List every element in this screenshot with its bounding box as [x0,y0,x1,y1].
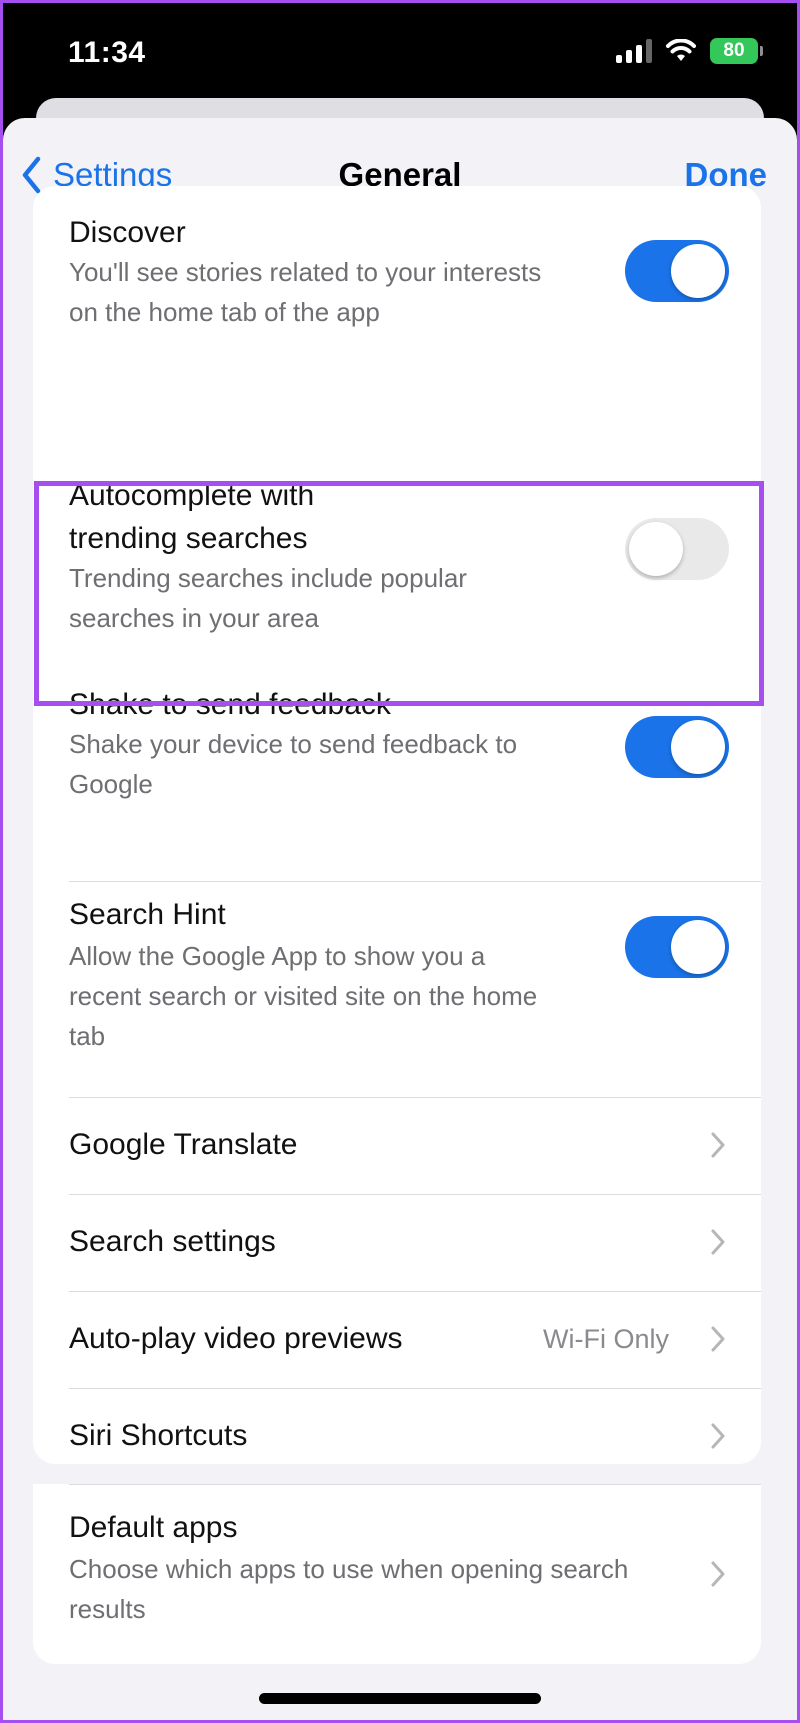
siri-shortcuts-title: Siri Shortcuts [69,1419,248,1452]
chevron-right-icon [711,1561,725,1587]
setting-row-search-hint: Search Hint Allow the Google App to show… [33,882,761,1097]
autocomplete-subtitle: Trending searches include popular search… [69,563,467,633]
discover-title: Discover [69,216,186,249]
toggle-knob [671,244,725,298]
search-hint-toggle[interactable] [625,916,729,978]
setting-row-google-translate[interactable]: Google Translate [33,1098,761,1194]
autoplay-title: Auto-play video previews [69,1322,403,1355]
setting-row-autoplay-video[interactable]: Auto-play video previews Wi-Fi Only [33,1292,761,1388]
wifi-icon [666,39,696,61]
toggle-knob [671,720,725,774]
autoplay-value: Wi-Fi Only [543,1324,669,1354]
setting-row-default-apps[interactable]: Default apps Choose which apps to use wh… [33,1485,761,1663]
home-indicator [259,1693,541,1704]
setting-row-discover: Discover You'll see stories related to y… [33,186,761,366]
discover-toggle[interactable] [625,240,729,302]
status-icons: 80 [616,38,763,64]
battery-level: 80 [723,40,745,61]
setting-row-shake-feedback: Shake to send feedback Shake your device… [33,684,761,869]
default-apps-subtitle: Choose which apps to use when opening se… [69,1554,629,1624]
discover-subtitle: You'll see stories related to your inter… [69,257,542,327]
settings-card: Discover You'll see stories related to y… [33,186,761,1464]
settings-card-bottom: Default apps Choose which apps to use wh… [33,1484,761,1664]
autocomplete-toggle[interactable] [625,518,729,580]
setting-row-autocomplete: Autocomplete with trending searches Tren… [33,479,761,686]
google-translate-title: Google Translate [69,1128,298,1161]
cellular-signal-icon [616,39,652,63]
chevron-right-icon [711,1326,725,1352]
autocomplete-title: Autocomplete with trending searches [69,479,315,555]
setting-row-siri-shortcuts[interactable]: Siri Shortcuts [33,1389,761,1464]
status-bar: 11:34 80 [0,0,800,100]
status-time: 11:34 [68,36,146,69]
chevron-right-icon [711,1229,725,1255]
battery-icon: 80 [710,38,763,64]
search-hint-title: Search Hint [69,898,226,931]
shake-title: Shake to send feedback [69,688,391,721]
toggle-knob [671,920,725,974]
toggle-knob [629,522,683,576]
shake-subtitle: Shake your device to send feedback to Go… [69,729,518,799]
shake-toggle[interactable] [625,716,729,778]
default-apps-title: Default apps [69,1511,238,1544]
setting-row-search-settings[interactable]: Search settings [33,1195,761,1291]
chevron-right-icon [711,1423,725,1449]
chevron-right-icon [711,1132,725,1158]
search-settings-title: Search settings [69,1225,276,1258]
search-hint-subtitle: Allow the Google App to show you a recen… [69,941,538,1051]
